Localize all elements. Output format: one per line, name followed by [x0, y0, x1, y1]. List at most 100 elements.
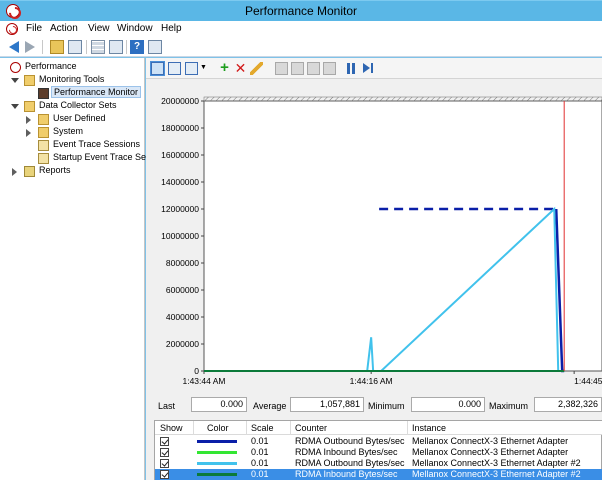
freeze-display-icon[interactable] — [345, 62, 358, 75]
plot-area — [203, 100, 602, 372]
minimum-value: 0.000 — [411, 397, 485, 412]
show-action-pane-icon[interactable] — [148, 40, 162, 54]
x-tick-label: 1:43:44 AM — [182, 376, 225, 386]
menu-action[interactable]: Action — [50, 23, 78, 34]
column-show[interactable]: Show — [160, 423, 183, 433]
instance-cell: Mellanox ConnectX-3 Ethernet Adapter — [412, 436, 569, 446]
expand-arrow-icon[interactable] — [12, 168, 17, 176]
minimum-label: Minimum — [368, 401, 405, 411]
performance-monitor-pane: ▼ + ✕ 20000000 18000000 16000000 14000000 12… — [146, 58, 602, 480]
show-checkbox[interactable] — [160, 448, 169, 457]
expand-arrow-icon[interactable] — [26, 116, 31, 124]
export-list-icon[interactable] — [109, 40, 123, 54]
instance-cell: Mellanox ConnectX-3 Ethernet Adapter #2 — [412, 458, 581, 468]
maximum-label: Maximum — [489, 401, 529, 411]
statistics-bar: Last 0.000 Average 1,057,881 Minimum 0.0… — [146, 392, 602, 418]
scale-cell: 0.01 — [251, 447, 269, 457]
menu-view[interactable]: View — [88, 23, 110, 34]
properties-icon[interactable] — [91, 40, 105, 54]
y-tick-label: 6000000 — [166, 285, 199, 295]
menu-window[interactable]: Window — [117, 23, 153, 34]
y-tick-label: 8000000 — [166, 258, 199, 268]
menu-help[interactable]: Help — [161, 23, 182, 34]
x-tick-label: 1:44:16 AM — [350, 376, 393, 386]
trace-folder-icon — [38, 140, 49, 151]
last-label: Last — [158, 401, 176, 411]
copy-properties-icon[interactable] — [275, 62, 288, 75]
last-value: 0.000 — [191, 397, 247, 412]
expand-arrow-icon[interactable] — [26, 129, 31, 137]
help-icon[interactable]: ? — [130, 40, 144, 54]
y-tick-label: 4000000 — [166, 312, 199, 322]
show-checkbox[interactable] — [160, 437, 169, 446]
main-toolbar: ? — [0, 37, 602, 57]
y-tick-label: 12000000 — [161, 204, 199, 214]
console-tree: Performance Monitoring Tools Performance… — [0, 58, 151, 480]
scale-cell: 0.01 — [251, 436, 269, 446]
scale-cell: 0.01 — [251, 458, 269, 468]
x-tick-label: 1:44:45 AM — [574, 376, 602, 386]
line-chart: 2000000018000000160000001400000012000000… — [161, 96, 602, 386]
back-arrow-icon[interactable] — [9, 41, 19, 53]
instance-cell: Mellanox ConnectX-3 Ethernet Adapter — [412, 447, 569, 457]
highlight-icon[interactable] — [250, 62, 263, 75]
performance-graph[interactable]: 20000000 18000000 16000000 14000000 12000000… — [146, 80, 602, 392]
show-hide-console-tree-icon[interactable] — [68, 40, 82, 54]
column-counter[interactable]: Counter — [295, 423, 327, 433]
change-graph-type-icon[interactable] — [185, 62, 198, 75]
show-checkbox[interactable] — [160, 470, 169, 479]
graph-toolbar: ▼ + ✕ — [146, 58, 602, 79]
legend-header: Show Color Scale Counter Instance — [155, 421, 602, 435]
update-data-icon[interactable] — [362, 62, 375, 75]
window-title: Performance Monitor — [244, 4, 358, 18]
y-tick-label: 16000000 — [161, 150, 199, 160]
system-menu-icon[interactable] — [6, 23, 18, 35]
view-log-data-icon[interactable] — [168, 62, 181, 75]
paste-counter-list-icon[interactable] — [291, 62, 304, 75]
folder-icon — [38, 127, 49, 138]
maximum-value: 2,382,326 — [534, 397, 602, 412]
folder-icon — [24, 75, 35, 86]
counter-legend-table: Show Color Scale Counter Instance 0.01 RD… — [154, 420, 602, 480]
instance-cell: Mellanox ConnectX-3 Ethernet Adapter #2 — [412, 469, 581, 479]
forward-arrow-icon[interactable] — [25, 41, 35, 53]
folder-icon — [38, 114, 49, 125]
show-checkbox[interactable] — [160, 459, 169, 468]
counter-cell: RDMA Outbound Bytes/sec — [295, 458, 405, 468]
expand-arrow-icon[interactable] — [11, 78, 19, 83]
view-current-activity-icon[interactable] — [150, 61, 165, 76]
legend-row[interactable]: 0.01 RDMA Outbound Bytes/sec Mellanox Conn… — [155, 436, 602, 447]
expand-arrow-icon[interactable] — [11, 104, 19, 109]
counter-cell: RDMA Inbound Bytes/sec — [295, 447, 398, 457]
column-scale[interactable]: Scale — [251, 423, 274, 433]
color-swatch — [197, 440, 237, 443]
column-instance[interactable]: Instance — [412, 423, 446, 433]
column-color[interactable]: Color — [207, 423, 229, 433]
add-counter-icon[interactable]: + — [218, 60, 231, 75]
properties-icon[interactable] — [307, 62, 320, 75]
color-swatch — [197, 473, 237, 476]
chevron-down-icon[interactable]: ▼ — [200, 64, 213, 77]
reports-icon — [24, 166, 35, 177]
color-swatch — [197, 451, 237, 454]
y-tick-label: 0 — [194, 366, 199, 376]
y-tick-label: 18000000 — [161, 123, 199, 133]
menu-bar: File Action View Window Help — [0, 21, 602, 37]
up-folder-icon[interactable] — [50, 40, 64, 54]
trace-folder-icon — [38, 153, 49, 164]
y-tick-label: 14000000 — [161, 177, 199, 187]
delete-counter-icon[interactable]: ✕ — [234, 61, 247, 75]
legend-row[interactable]: 0.01 RDMA Inbound Bytes/sec Mellanox Conne… — [155, 447, 602, 458]
legend-row[interactable]: 0.01 RDMA Inbound Bytes/sec Mellanox Conne… — [155, 469, 602, 480]
legend-row[interactable]: 0.01 RDMA Outbound Bytes/sec Mellanox Conn… — [155, 458, 602, 469]
title-bar[interactable]: Performance Monitor — [0, 0, 602, 21]
y-tick-label: 2000000 — [166, 339, 199, 349]
folder-icon — [24, 101, 35, 112]
scale-cell: 0.01 — [251, 469, 269, 479]
zoom-icon[interactable] — [323, 62, 336, 75]
average-value: 1,057,881 — [290, 397, 364, 412]
color-swatch — [197, 462, 237, 465]
y-tick-label: 10000000 — [161, 231, 199, 241]
y-tick-label: 20000000 — [161, 96, 199, 106]
menu-file[interactable]: File — [26, 23, 42, 34]
